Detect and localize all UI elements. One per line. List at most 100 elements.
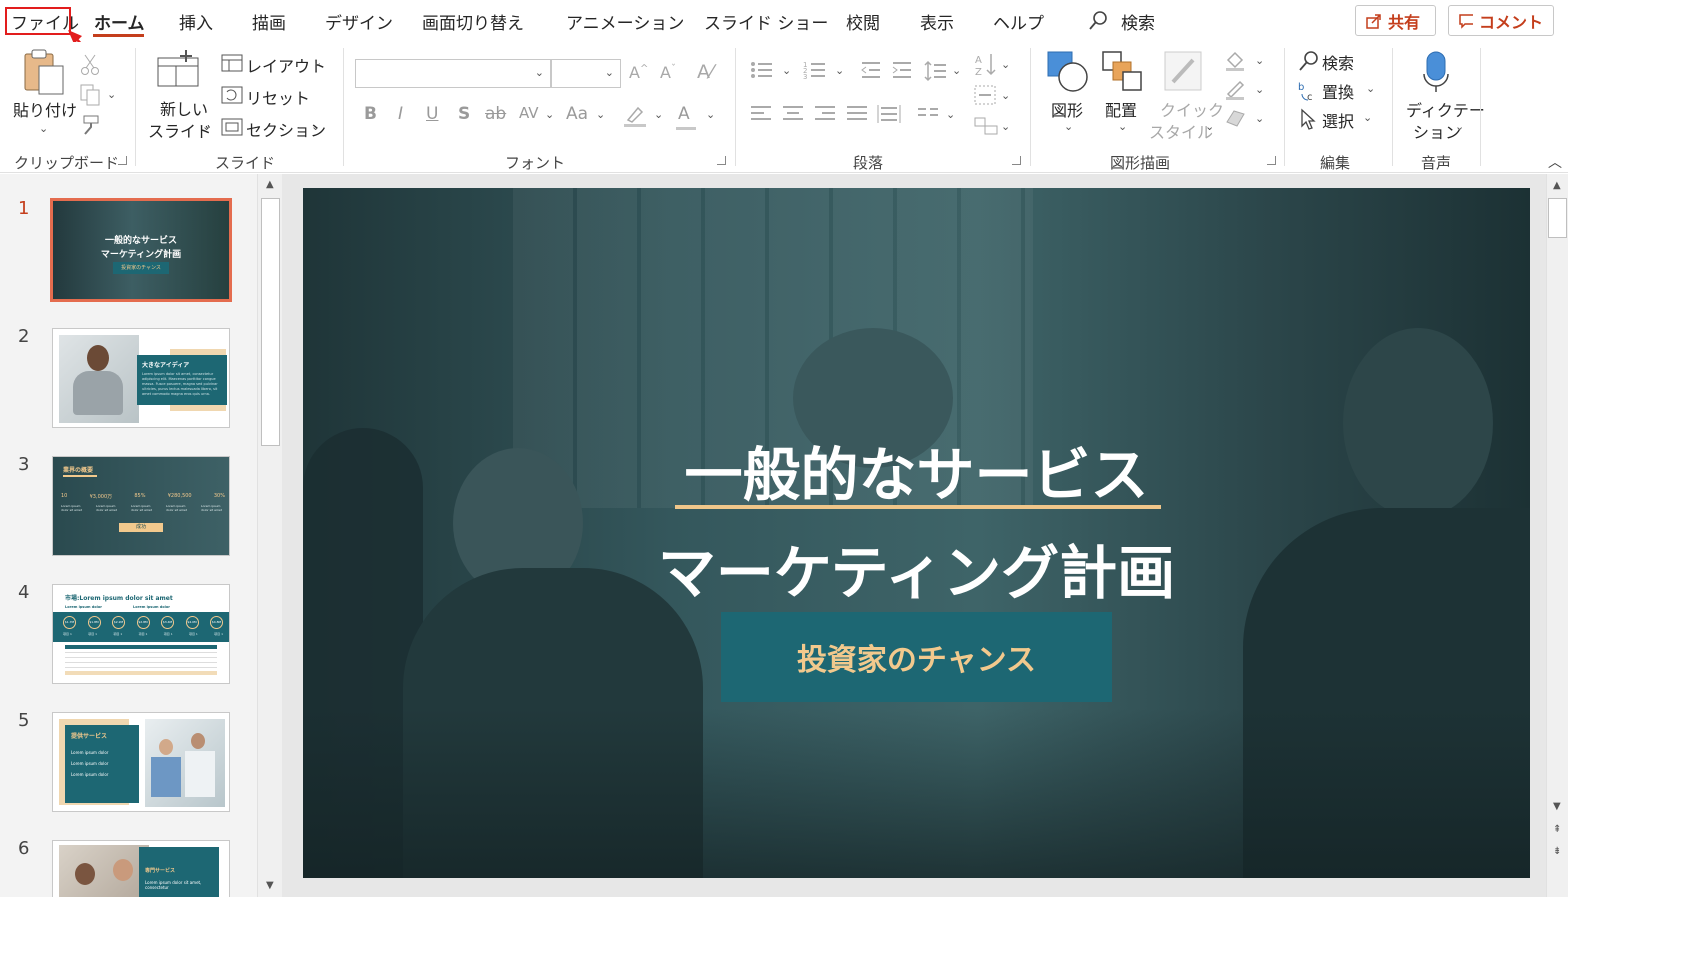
chevron-down-icon[interactable]: ⌄ — [835, 64, 844, 77]
numbering-icon[interactable]: 123 — [803, 60, 827, 80]
microphone-icon[interactable] — [1421, 50, 1451, 94]
shapes-icon[interactable] — [1046, 50, 1090, 94]
tab-view[interactable]: 表示 — [920, 9, 954, 34]
smartart-icon[interactable] — [973, 116, 999, 136]
clear-formatting-icon[interactable]: A⁄ — [697, 61, 713, 83]
slide-title-line-1[interactable]: 一般的なサービス — [303, 428, 1530, 512]
search-label[interactable]: 検索 — [1121, 9, 1155, 34]
chevron-down-icon[interactable]: ⌄ — [952, 64, 961, 77]
chevron-down-icon[interactable]: ⌄ — [596, 108, 605, 121]
chevron-down-icon[interactable]: ⌄ — [1001, 120, 1010, 133]
font-launcher-icon[interactable] — [717, 156, 726, 165]
layout-dropdown-icon[interactable]: ⌄ — [313, 56, 322, 69]
next-slide-icon[interactable]: ⇟ — [1553, 846, 1561, 857]
current-slide[interactable]: 一般的なサービス マーケティング計画 投資家のチャンス — [303, 188, 1530, 878]
shadow-button[interactable]: S — [458, 104, 470, 124]
arrange-label[interactable]: 配置 — [1105, 97, 1137, 121]
chevron-down-icon[interactable]: ⌄ — [706, 108, 715, 121]
chevron-down-icon[interactable]: ⌄ — [1255, 54, 1264, 67]
format-painter-icon[interactable] — [80, 114, 102, 136]
chevron-down-icon[interactable]: ⌄ — [1255, 83, 1264, 96]
chevron-down-icon[interactable]: ⌄ — [545, 108, 554, 121]
find-icon[interactable] — [1298, 50, 1320, 72]
tab-home[interactable]: ホーム — [94, 9, 145, 34]
replace-icon[interactable]: bc — [1298, 80, 1320, 102]
bold-button[interactable]: B — [364, 104, 377, 124]
shape-outline-icon[interactable] — [1224, 79, 1246, 101]
chevron-down-icon[interactable]: ⌄ — [782, 64, 791, 77]
new-slide-icon[interactable] — [156, 50, 202, 88]
align-center-icon[interactable] — [782, 104, 804, 124]
chevron-down-icon[interactable]: ⌄ — [1205, 120, 1214, 133]
chevron-down-icon[interactable]: ⌄ — [1001, 89, 1010, 102]
align-text-icon[interactable] — [973, 84, 997, 106]
justify-icon[interactable] — [846, 104, 868, 124]
layout-icon[interactable] — [221, 54, 243, 72]
new-slide-dropdown-icon[interactable]: ⌄ — [202, 120, 211, 133]
align-right-icon[interactable] — [814, 104, 836, 124]
slide-thumbnail-2[interactable]: 大きなアイディア Lorem ipsum dolor sit amet, con… — [52, 328, 230, 428]
text-direction-icon[interactable]: AZ — [975, 52, 997, 78]
font-family-select[interactable]: ⌄ — [355, 59, 551, 88]
dictate-label-1[interactable]: ディクテー — [1406, 97, 1485, 121]
slide-thumbnail-3[interactable]: 業界の概要 10 ¥3,000万 85% ¥280,500 30% Lorem … — [52, 456, 230, 556]
tab-transitions[interactable]: 画面切り替え — [422, 9, 524, 34]
columns-icon[interactable] — [917, 106, 939, 122]
paste-dropdown-icon[interactable]: ⌄ — [39, 122, 48, 135]
arrange-icon[interactable] — [1101, 50, 1145, 94]
select-icon[interactable] — [1298, 108, 1318, 130]
scroll-thumb[interactable] — [261, 198, 280, 446]
chevron-down-icon[interactable]: ⌄ — [1118, 120, 1127, 133]
quick-styles-icon[interactable] — [1163, 50, 1205, 94]
section-icon[interactable] — [221, 118, 243, 136]
chevron-down-icon[interactable]: ⌄ — [1363, 111, 1372, 124]
drawing-launcher-icon[interactable] — [1267, 156, 1276, 165]
slide-thumbnail-5[interactable]: 提供サービス Lorem ipsum dolor Lorem ipsum dol… — [52, 712, 230, 812]
select-label[interactable]: 選択 — [1322, 108, 1354, 132]
section-dropdown-icon[interactable]: ⌄ — [311, 120, 320, 133]
comment-button[interactable]: コメント — [1448, 5, 1554, 36]
copy-icon[interactable] — [80, 84, 102, 106]
decrease-indent-icon[interactable] — [860, 60, 882, 80]
tab-review[interactable]: 校閲 — [846, 9, 880, 34]
chevron-down-icon[interactable]: ⌄ — [1064, 120, 1073, 133]
character-spacing-icon[interactable]: AV — [519, 104, 539, 122]
tab-insert[interactable]: 挿入 — [179, 9, 213, 34]
slide-thumbnail-1[interactable]: 一般的なサービス マーケティング計画 投資家のチャンス — [50, 198, 232, 302]
line-spacing-icon[interactable] — [924, 60, 948, 82]
chevron-down-icon[interactable]: ⌄ — [946, 108, 955, 121]
align-left-icon[interactable] — [750, 104, 772, 124]
grow-font-icon[interactable]: A^ — [629, 63, 648, 82]
scroll-thumb[interactable] — [1548, 198, 1567, 238]
chevron-down-icon[interactable]: ⌄ — [1255, 112, 1264, 125]
shrink-font-icon[interactable]: Aˇ — [660, 63, 676, 82]
tab-design[interactable]: デザイン — [325, 9, 393, 34]
slide-thumbnail-6[interactable]: 専門サービス Lorem ipsum dolor sit amet, conse… — [52, 840, 230, 897]
clipboard-launcher-icon[interactable] — [118, 156, 127, 165]
previous-slide-icon[interactable]: ⇞ — [1553, 824, 1561, 835]
tab-help[interactable]: ヘルプ — [993, 9, 1044, 34]
paragraph-launcher-icon[interactable] — [1012, 156, 1021, 165]
share-button[interactable]: 共有 — [1355, 5, 1436, 36]
tab-animations[interactable]: アニメーション — [566, 9, 684, 34]
bullets-icon[interactable] — [750, 60, 774, 80]
dictate-label-2[interactable]: ション — [1413, 119, 1461, 143]
find-label[interactable]: 検索 — [1322, 50, 1354, 74]
strikethrough-button[interactable]: ab — [485, 104, 506, 124]
chevron-down-icon[interactable]: ⌄ — [1455, 120, 1464, 133]
shape-effects-icon[interactable] — [1224, 108, 1246, 128]
quick-styles-label-1[interactable]: クイック — [1160, 97, 1224, 121]
collapse-ribbon-icon[interactable]: ︿ — [1548, 152, 1562, 172]
copy-dropdown-icon[interactable]: ⌄ — [107, 88, 116, 101]
search-icon[interactable] — [1088, 10, 1108, 32]
new-slide-label-1[interactable]: 新しい — [160, 96, 208, 120]
scroll-down-icon[interactable]: ▼ — [266, 880, 274, 891]
slide-subtitle-box[interactable]: 投資家のチャンス — [721, 612, 1112, 702]
paste-icon[interactable] — [21, 48, 67, 98]
chevron-down-icon[interactable]: ⌄ — [1366, 82, 1375, 95]
font-size-select[interactable]: ⌄ — [551, 59, 621, 88]
underline-button[interactable]: U — [426, 104, 438, 124]
tab-draw[interactable]: 描画 — [252, 9, 286, 34]
increase-indent-icon[interactable] — [891, 60, 913, 80]
replace-label[interactable]: 置換 — [1322, 79, 1354, 103]
